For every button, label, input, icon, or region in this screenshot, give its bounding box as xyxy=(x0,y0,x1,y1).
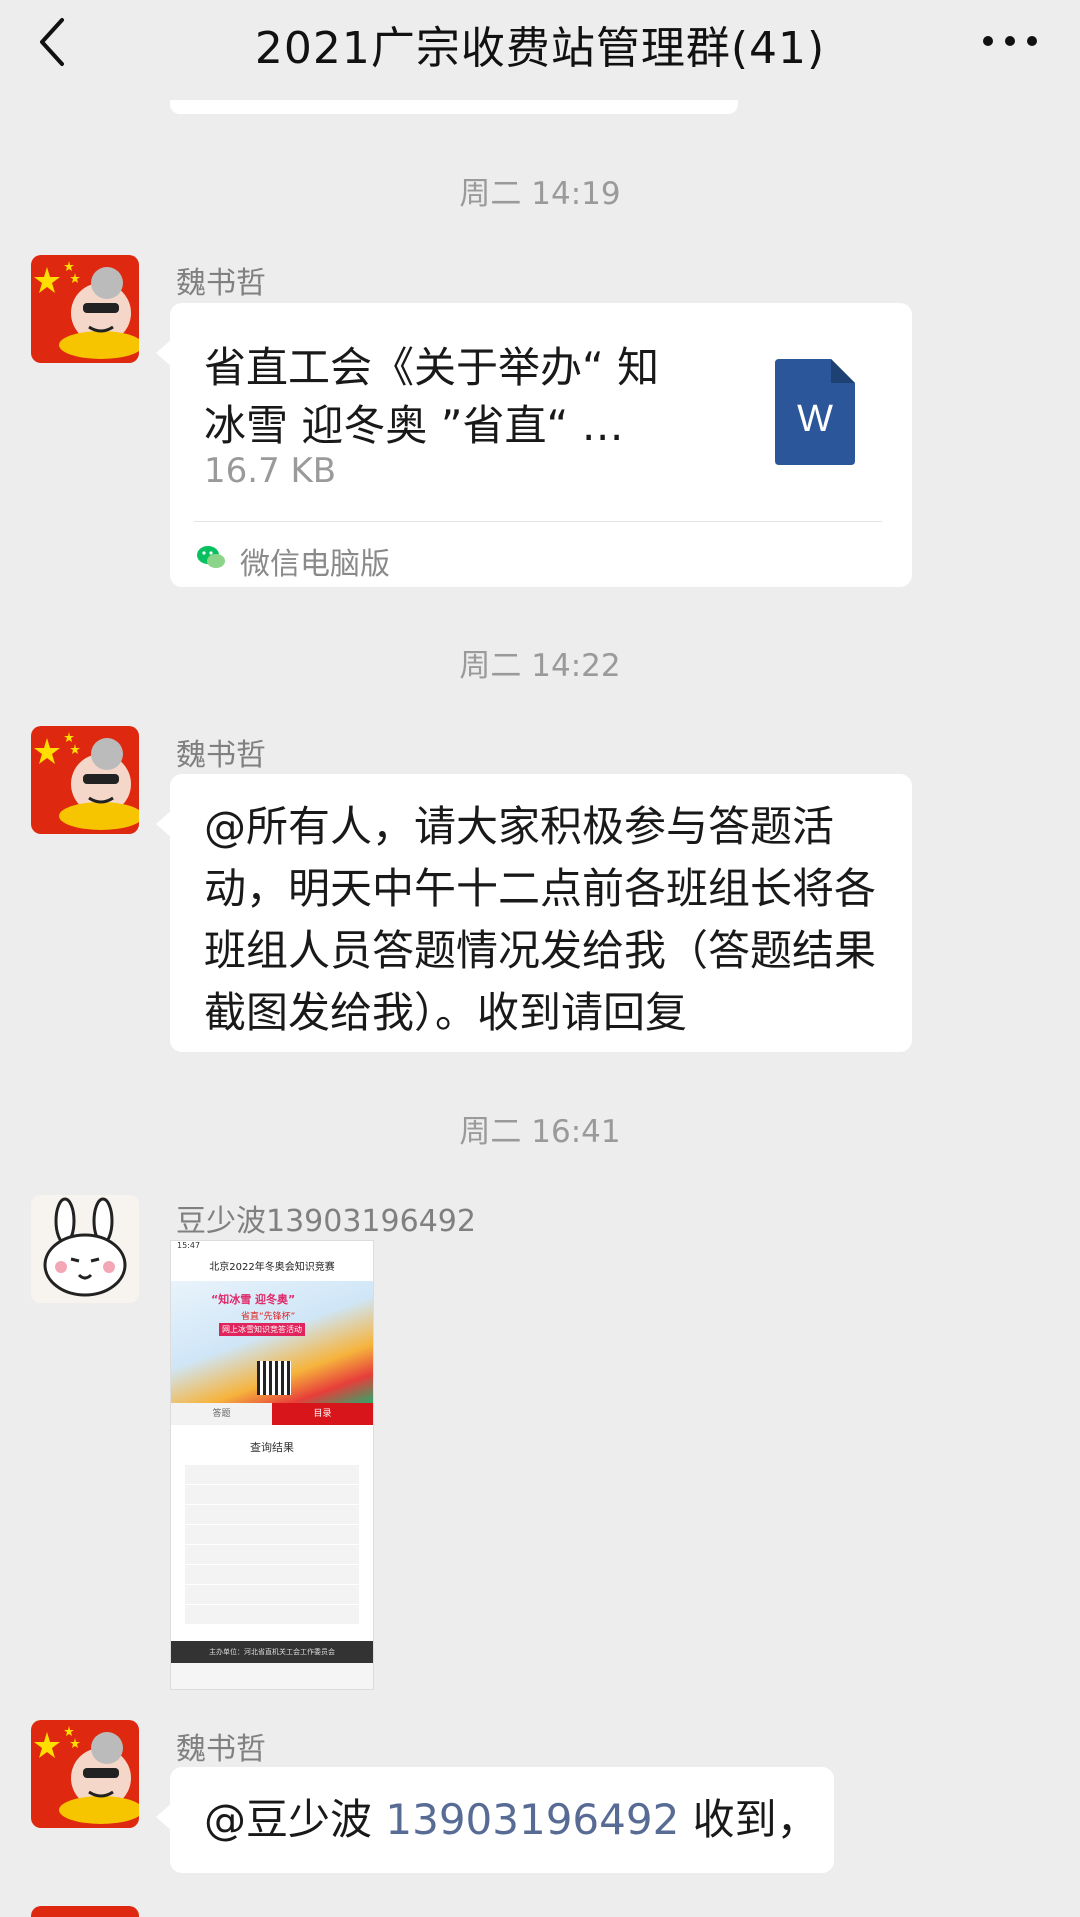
screenshot-results: 查询结果 xyxy=(171,1425,373,1641)
file-message-card[interactable]: 省直工会《关于举办“ 知 冰雪 迎冬奥 ”省直“ … 16.7 KB W 微信电… xyxy=(156,303,912,587)
timestamp: 周二 16:41 xyxy=(459,1114,621,1150)
file-name-line: 冰雪 迎冬奥 ”省直“ … xyxy=(204,401,624,450)
word-letter: W xyxy=(797,398,833,440)
bubble-tail xyxy=(156,1803,172,1831)
mention-text[interactable]: @豆少波 xyxy=(204,1795,372,1844)
top-bar: 2021广宗收费站管理群(41) xyxy=(0,0,1080,84)
word-doc-icon: W xyxy=(775,359,855,465)
message-text: @所有人，请大家积极参与答题活动，明天中午十二点前各班组长将各班组人员答题情况发… xyxy=(204,802,877,1037)
text-message-bubble[interactable]: @豆少波 13903196492 收到， xyxy=(156,1767,834,1873)
more-horizontal-icon[interactable] xyxy=(980,30,1040,52)
bubble-tail xyxy=(156,339,172,367)
avatar-rabbit-image xyxy=(31,1195,139,1303)
bubble-tail xyxy=(156,810,172,838)
previous-message-edge xyxy=(170,100,738,114)
avatar[interactable] xyxy=(31,1195,139,1303)
wechat-icon xyxy=(197,546,225,568)
screenshot-section-title: 查询结果 xyxy=(250,1441,294,1454)
screenshot-nav-bar xyxy=(171,1663,373,1687)
screenshot-header: 北京2022年冬奥会知识竞赛 xyxy=(171,1255,373,1281)
text-message-bubble[interactable]: @所有人，请大家积极参与答题活动，明天中午十二点前各班组长将各班组人员答题情况发… xyxy=(156,774,912,1052)
divider xyxy=(194,521,882,522)
avatar-flag-image xyxy=(31,726,139,834)
avatar-flag-image xyxy=(31,255,139,363)
screenshot-table xyxy=(185,1465,359,1625)
avatar[interactable] xyxy=(31,1906,139,1917)
phone-link[interactable]: 13903196492 xyxy=(385,1795,679,1844)
message-suffix: 收到， xyxy=(679,1795,819,1844)
screenshot-tab: 答题 xyxy=(171,1403,272,1425)
avatar[interactable] xyxy=(31,726,139,834)
sender-name: 魏书哲 xyxy=(176,1732,266,1767)
screenshot-status-bar: 15:47 xyxy=(171,1241,373,1255)
file-name: 省直工会《关于举办“ 知 冰雪 迎冬奥 ”省直“ … xyxy=(204,339,724,455)
qr-code-icon xyxy=(257,1361,291,1395)
screenshot-banner: “知冰雪 迎冬奥” 省直“先锋杯” 网上冰雪知识竞答活动 xyxy=(171,1281,373,1403)
image-message[interactable]: 15:47 北京2022年冬奥会知识竞赛 “知冰雪 迎冬奥” 省直“先锋杯” 网… xyxy=(170,1240,374,1690)
sender-name: 魏书哲 xyxy=(176,738,266,773)
sender-name: 魏书哲 xyxy=(176,266,266,301)
banner-line: 网上冰雪知识竞答活动 xyxy=(219,1323,305,1336)
avatar[interactable] xyxy=(31,1720,139,1828)
screenshot-tab: 目录 xyxy=(272,1403,373,1425)
timestamp: 周二 14:22 xyxy=(459,648,621,684)
chat-title: 2021广宗收费站管理群(41) xyxy=(254,23,826,74)
avatar-flag-image xyxy=(31,1720,139,1828)
timestamp: 周二 14:19 xyxy=(459,176,621,212)
sender-name: 豆少波13903196492 xyxy=(176,1204,476,1239)
screenshot-tabs: 答题 目录 xyxy=(171,1403,373,1425)
message-text: @豆少波 13903196492 收到， xyxy=(204,1789,884,1851)
file-size: 16.7 KB xyxy=(204,451,337,491)
avatar[interactable] xyxy=(31,255,139,363)
file-source-label: 微信电脑版 xyxy=(240,547,390,582)
banner-line: “知冰雪 迎冬奥” xyxy=(211,1293,296,1306)
file-name-line: 省直工会《关于举办“ 知 xyxy=(204,343,660,392)
screenshot-footer: 主办单位：河北省直机关工会工作委员会 xyxy=(171,1641,373,1663)
banner-line: 省直“先锋杯” xyxy=(241,1312,296,1322)
